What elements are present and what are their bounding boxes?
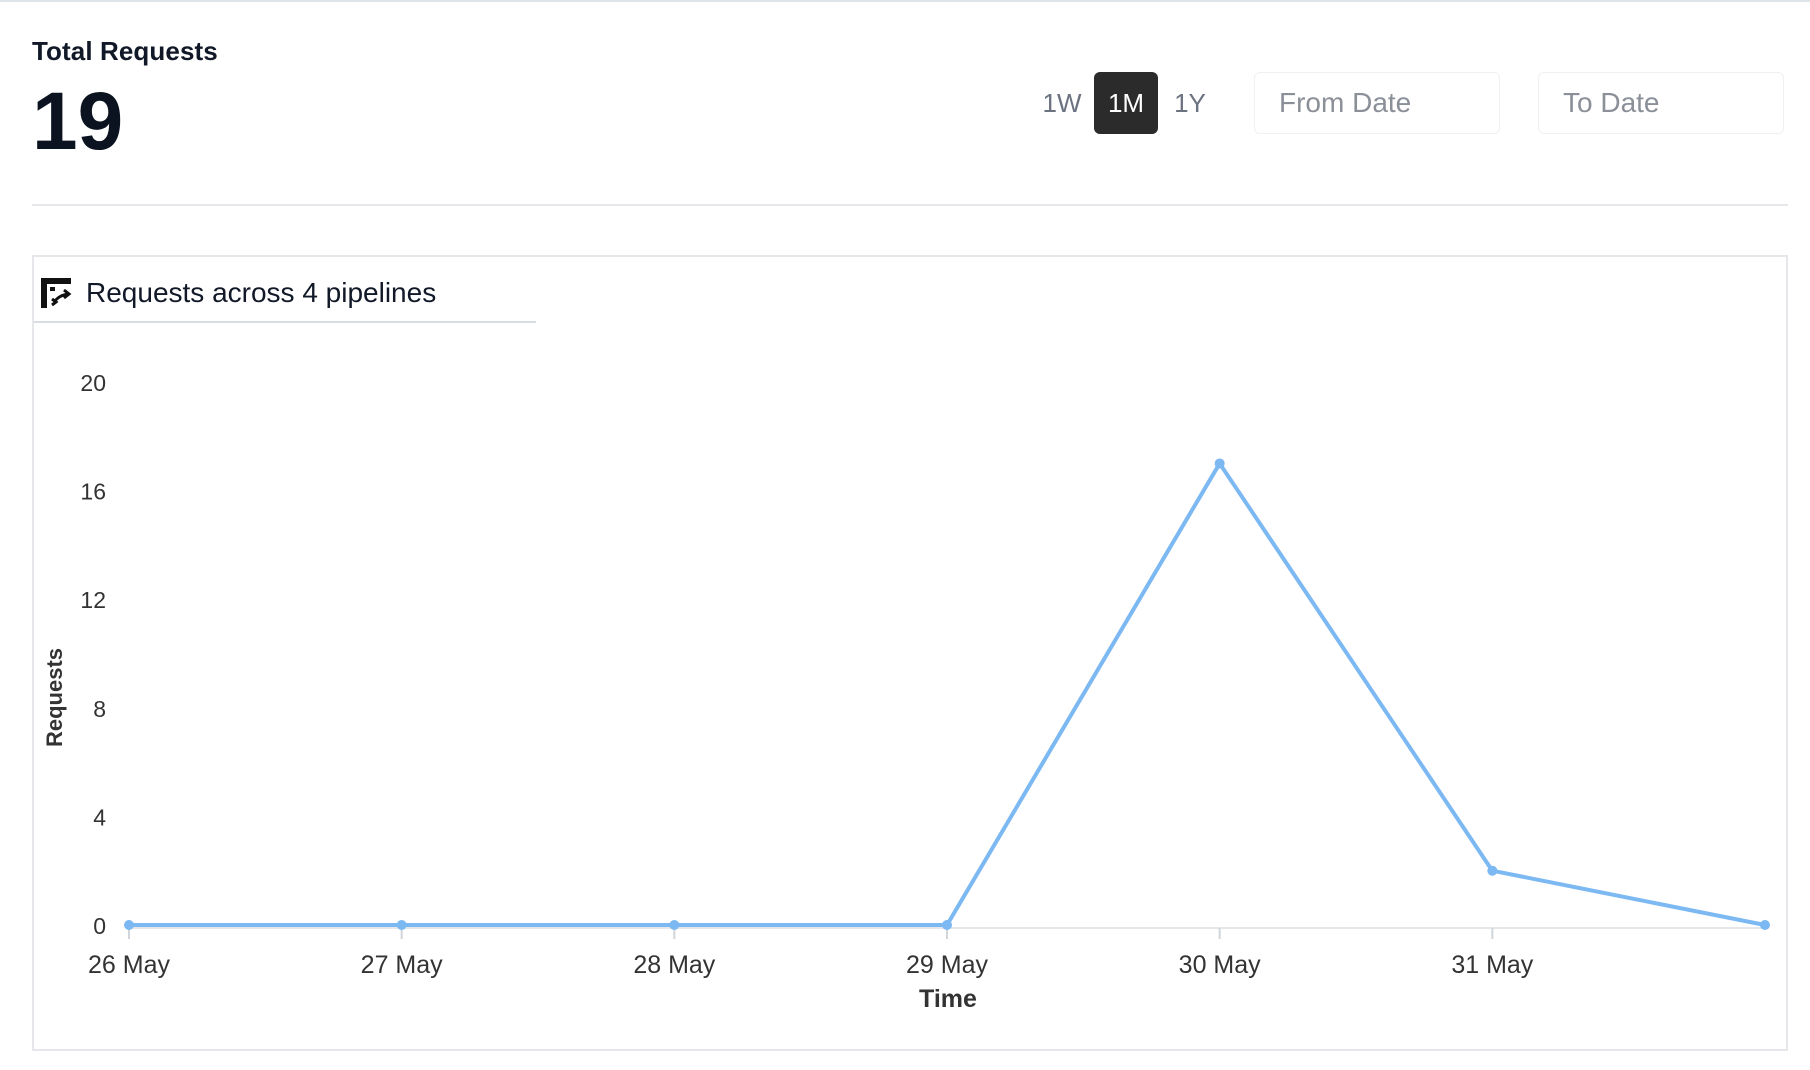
top-border (0, 0, 1810, 2)
total-requests-value: 19 (32, 76, 124, 167)
range-1m-button[interactable]: 1M (1094, 72, 1158, 134)
x-tick-label: 27 May (361, 951, 443, 979)
section-divider (32, 204, 1788, 206)
from-date-input[interactable] (1254, 72, 1500, 134)
data-point (1487, 865, 1498, 876)
y-axis-title: Requests (42, 648, 67, 747)
total-requests-label: Total Requests (32, 36, 218, 66)
range-1y-button[interactable]: 1Y (1158, 72, 1222, 134)
y-tick-label: 4 (93, 804, 106, 830)
y-tick-label: 16 (80, 479, 106, 505)
x-tick-label: 29 May (906, 951, 988, 979)
range-selector: 1W 1M 1Y (1030, 72, 1222, 134)
x-tick-label: 26 May (88, 951, 170, 979)
y-tick-label: 8 (93, 696, 106, 722)
chart-card: Requests across 4 pipelines 26 May 27 May… (32, 255, 1788, 1051)
x-tick-label: 30 May (1179, 951, 1261, 979)
range-1w-button[interactable]: 1W (1030, 72, 1094, 134)
data-point (124, 920, 134, 930)
data-point (396, 920, 407, 930)
y-tick-label: 20 (80, 370, 106, 396)
y-tick-label: 0 (93, 913, 106, 939)
x-tick-label: 28 May (633, 951, 715, 979)
data-point (1214, 458, 1225, 469)
y-tick-label: 12 (80, 587, 106, 613)
x-tick-label: 31 May (1451, 951, 1533, 979)
data-point (942, 920, 952, 930)
data-point (1760, 920, 1770, 930)
to-date-input[interactable] (1538, 72, 1784, 134)
data-point (669, 920, 680, 930)
x-axis-title: Time (919, 985, 977, 1013)
requests-series-line (129, 461, 1766, 927)
requests-line-chart: 26 May 27 May 28 May 29 May 30 May 31 May 0 4 8 1… (42, 370, 1770, 1013)
summary-header: Total Requests 19 (32, 36, 218, 163)
